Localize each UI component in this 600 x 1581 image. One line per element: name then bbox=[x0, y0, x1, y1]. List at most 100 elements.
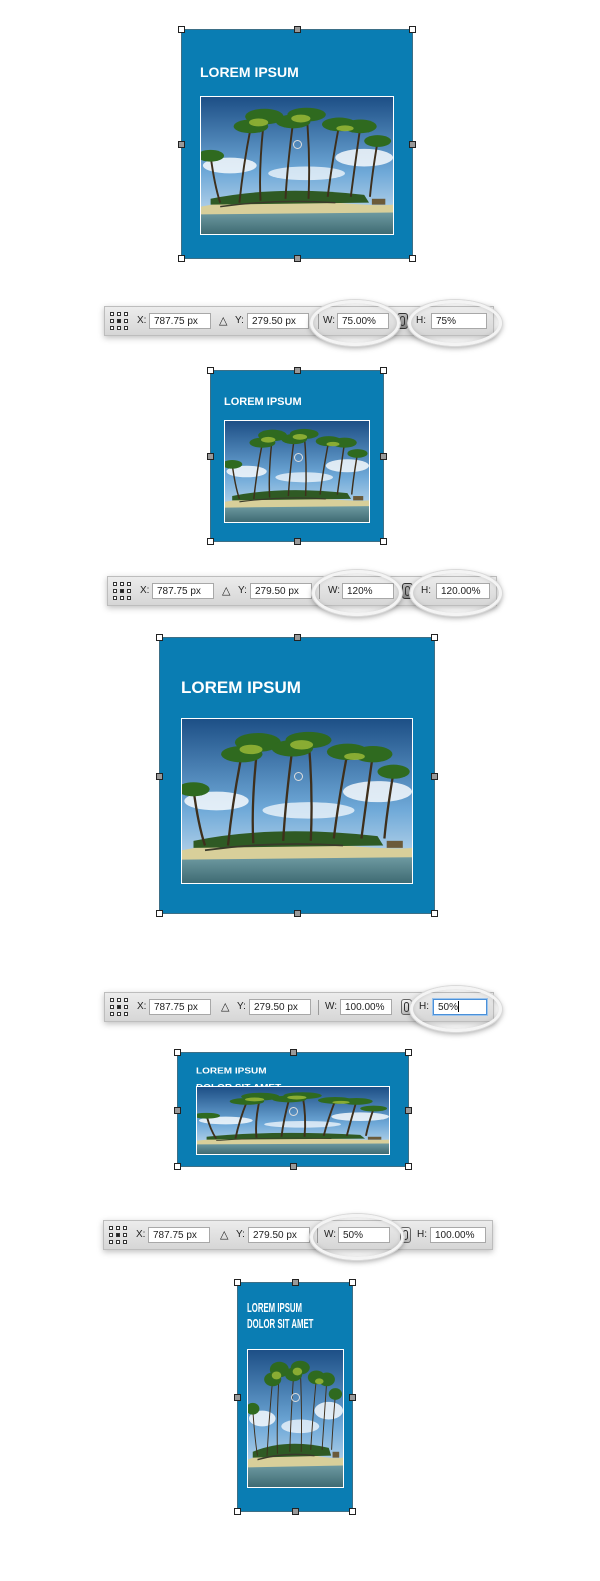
delta-icon[interactable]: △ bbox=[222, 584, 230, 597]
height-label: H: bbox=[419, 1001, 429, 1012]
transform-handle-top-right[interactable] bbox=[380, 367, 387, 374]
reference-point-grid-icon[interactable] bbox=[109, 1226, 127, 1244]
transform-pivot-point[interactable] bbox=[294, 772, 303, 781]
card-scaled-height-50[interactable]: LOREM IPSUM DOLOR SIT AMET bbox=[174, 1049, 412, 1170]
transform-handle-bottom-right[interactable] bbox=[405, 1163, 412, 1170]
x-label: X: bbox=[137, 315, 147, 326]
transform-handle-top-left[interactable] bbox=[174, 1049, 181, 1056]
transform-handle-bottom-right[interactable] bbox=[431, 910, 438, 917]
width-label: W: bbox=[328, 585, 341, 596]
toolbar-divider bbox=[317, 1228, 318, 1243]
y-position-input[interactable]: 279.50 px bbox=[248, 1227, 310, 1243]
toolbar-divider bbox=[318, 314, 319, 329]
transform-handle-right[interactable] bbox=[405, 1106, 412, 1114]
card-photo bbox=[200, 96, 394, 235]
transform-handle-top[interactable] bbox=[294, 26, 301, 33]
transform-handle-bottom-left[interactable] bbox=[178, 255, 185, 262]
transform-handle-bottom-right[interactable] bbox=[380, 538, 387, 545]
y-label: Y: bbox=[235, 315, 244, 326]
reference-point-grid-icon[interactable] bbox=[110, 998, 128, 1016]
transform-handle-bottom-left[interactable] bbox=[174, 1163, 181, 1170]
y-position-input[interactable]: 279.50 px bbox=[249, 999, 311, 1015]
x-position-input[interactable]: 787.75 px bbox=[148, 1227, 210, 1243]
transform-handle-bottom[interactable] bbox=[292, 1508, 299, 1515]
card-original[interactable]: LOREM IPSUM DOLOR SIT AMET bbox=[178, 26, 416, 262]
transform-handle-bottom[interactable] bbox=[294, 255, 301, 262]
y-position-input[interactable]: 279.50 px bbox=[247, 313, 309, 329]
transform-handle-bottom-left[interactable] bbox=[156, 910, 163, 917]
height-input[interactable]: 100.00% bbox=[430, 1227, 486, 1243]
width-input[interactable]: 100.00% bbox=[340, 999, 392, 1015]
transform-handle-top[interactable] bbox=[292, 1279, 299, 1286]
transform-handle-top-left[interactable] bbox=[156, 634, 163, 641]
transform-handle-left[interactable] bbox=[178, 141, 185, 148]
transform-handle-top[interactable] bbox=[294, 634, 301, 641]
card-photo bbox=[224, 420, 370, 523]
reference-point-grid-icon[interactable] bbox=[110, 312, 128, 330]
transform-handle-right[interactable] bbox=[349, 1394, 356, 1401]
card-scaled-75[interactable]: LOREM IPSUM DOLOR SIT AMET bbox=[207, 367, 387, 545]
tropical-island-photo bbox=[201, 97, 393, 234]
height-input[interactable]: 75% bbox=[431, 313, 487, 329]
tropical-island-photo bbox=[197, 1087, 389, 1154]
transform-options-bar-4: X: 787.75 px △ Y: 279.50 px W: 50% H: 10… bbox=[103, 1220, 493, 1250]
chain-link-icon[interactable] bbox=[401, 999, 412, 1015]
transform-handle-left[interactable] bbox=[234, 1394, 241, 1401]
transform-pivot-point[interactable] bbox=[294, 453, 303, 462]
chain-link-icon[interactable] bbox=[402, 583, 413, 599]
chain-link-icon[interactable] bbox=[400, 1227, 411, 1243]
reference-point-grid-icon[interactable] bbox=[113, 582, 131, 600]
transform-handle-left[interactable] bbox=[156, 772, 163, 780]
card-title-line-1: LOREM IPSUM bbox=[196, 1066, 267, 1076]
card-scaled-width-50[interactable]: LOREM IPSUM DOLOR SIT AMET bbox=[234, 1279, 356, 1515]
x-label: X: bbox=[140, 585, 150, 596]
transform-handle-bottom[interactable] bbox=[290, 1163, 297, 1170]
width-input[interactable]: 120% bbox=[342, 583, 394, 599]
transform-handle-right[interactable] bbox=[380, 453, 387, 460]
transform-handle-bottom-left[interactable] bbox=[234, 1508, 241, 1515]
chain-link-icon[interactable] bbox=[397, 313, 408, 329]
delta-icon[interactable]: △ bbox=[219, 314, 227, 327]
card-scaled-120[interactable]: LOREM IPSUM DOLOR SIT AMET bbox=[156, 634, 438, 917]
transform-handle-top-left[interactable] bbox=[234, 1279, 241, 1286]
width-label: W: bbox=[325, 1001, 338, 1012]
x-position-input[interactable]: 787.75 px bbox=[149, 313, 211, 329]
transform-handle-right[interactable] bbox=[431, 772, 438, 780]
transform-handle-bottom[interactable] bbox=[294, 910, 301, 917]
height-input[interactable]: 120.00% bbox=[436, 583, 490, 599]
transform-handle-top-right[interactable] bbox=[431, 634, 438, 641]
transform-handle-left[interactable] bbox=[207, 453, 214, 460]
transform-handle-top[interactable] bbox=[290, 1049, 297, 1056]
transform-handle-bottom-right[interactable] bbox=[349, 1508, 356, 1515]
transform-pivot-point[interactable] bbox=[293, 140, 302, 149]
tropical-island-photo bbox=[248, 1350, 343, 1487]
card-title-line-1: LOREM IPSUM bbox=[224, 396, 302, 409]
delta-icon[interactable]: △ bbox=[220, 1228, 228, 1241]
transform-handle-left[interactable] bbox=[174, 1106, 181, 1114]
toolbar-divider bbox=[318, 1000, 319, 1015]
y-label: Y: bbox=[238, 585, 247, 596]
width-input[interactable]: 75.00% bbox=[337, 313, 389, 329]
x-position-input[interactable]: 787.75 px bbox=[149, 999, 211, 1015]
width-input[interactable]: 50% bbox=[338, 1227, 390, 1243]
height-input[interactable]: 50% bbox=[433, 999, 487, 1015]
transform-handle-top-left[interactable] bbox=[207, 367, 214, 374]
delta-icon[interactable]: △ bbox=[221, 1000, 229, 1013]
x-position-input[interactable]: 787.75 px bbox=[152, 583, 214, 599]
transform-handle-bottom-right[interactable] bbox=[409, 255, 416, 262]
transform-options-bar-3: X: 787.75 px △ Y: 279.50 px W: 100.00% H… bbox=[104, 992, 494, 1022]
transform-handle-top-right[interactable] bbox=[405, 1049, 412, 1056]
transform-pivot-point[interactable] bbox=[289, 1107, 298, 1116]
transform-handle-bottom-left[interactable] bbox=[207, 538, 214, 545]
height-input-value: 50% bbox=[438, 1002, 459, 1013]
y-label: Y: bbox=[236, 1229, 245, 1240]
transform-handle-bottom[interactable] bbox=[294, 538, 301, 545]
transform-handle-top-right[interactable] bbox=[349, 1279, 356, 1286]
transform-handle-right[interactable] bbox=[409, 141, 416, 148]
toolbar-divider bbox=[319, 584, 320, 599]
transform-handle-top-left[interactable] bbox=[178, 26, 185, 33]
y-position-input[interactable]: 279.50 px bbox=[250, 583, 312, 599]
transform-handle-top[interactable] bbox=[294, 367, 301, 374]
transform-handle-top-right[interactable] bbox=[409, 26, 416, 33]
transform-pivot-point[interactable] bbox=[291, 1393, 300, 1402]
